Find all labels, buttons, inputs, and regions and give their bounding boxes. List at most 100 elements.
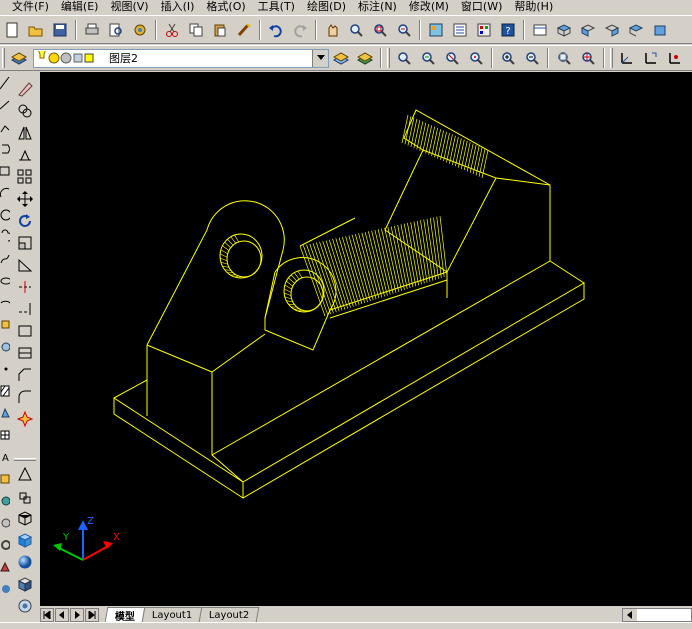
3d-face-icon[interactable] (0, 556, 10, 578)
erase-icon[interactable] (13, 78, 37, 100)
tab-layout2[interactable]: Layout2 (199, 607, 261, 622)
stretch-icon[interactable] (13, 254, 37, 276)
menu-window[interactable]: 窗口(W) (455, 1, 508, 13)
copy-object-icon[interactable] (13, 100, 37, 122)
box-icon[interactable] (13, 507, 37, 529)
menu-draw[interactable]: 绘图(D) (301, 1, 352, 13)
zoom-dynamic-icon[interactable] (417, 47, 439, 69)
menu-view[interactable]: 视图(V) (104, 1, 154, 13)
extrude-icon[interactable] (13, 463, 37, 485)
array-icon[interactable] (13, 166, 37, 188)
print-icon[interactable] (81, 19, 103, 41)
menu-tools[interactable]: 工具(T) (252, 1, 301, 13)
table-icon[interactable] (0, 424, 10, 446)
explode-icon[interactable] (13, 408, 37, 430)
mirror-icon[interactable] (13, 122, 37, 144)
rectangle-icon[interactable] (0, 160, 10, 182)
move-icon[interactable] (13, 188, 37, 210)
next-tab-icon[interactable] (70, 608, 84, 622)
ucs-icon[interactable] (616, 47, 638, 69)
layer-manager-icon[interactable] (8, 47, 30, 69)
new-icon[interactable] (1, 19, 23, 41)
boundary-icon[interactable] (0, 490, 10, 512)
polyline-icon[interactable] (0, 116, 10, 138)
solid-box-icon[interactable] (13, 529, 37, 551)
publish-icon[interactable] (129, 19, 151, 41)
prev-tab-icon[interactable] (55, 608, 69, 622)
menu-insert[interactable]: 插入(I) (155, 1, 201, 13)
tool-palettes-icon[interactable] (473, 19, 495, 41)
arc-icon[interactable] (0, 182, 10, 204)
offset-icon[interactable] (13, 144, 37, 166)
zoom-center-icon[interactable] (465, 47, 487, 69)
zoom-in-icon[interactable] (497, 47, 519, 69)
mtext-icon[interactable]: A (0, 446, 10, 468)
zoom-window-icon[interactable] (393, 47, 415, 69)
toolbar-grip[interactable] (2, 48, 5, 68)
polygon-icon[interactable] (0, 138, 10, 160)
properties-icon[interactable] (449, 19, 471, 41)
redo-icon[interactable] (289, 19, 311, 41)
scale-icon[interactable] (13, 232, 37, 254)
front-view-icon[interactable] (649, 19, 671, 41)
make-block-icon[interactable] (0, 336, 10, 358)
spline-icon[interactable] (0, 248, 10, 270)
match-properties-icon[interactable] (233, 19, 255, 41)
copy-icon[interactable] (185, 19, 207, 41)
layer-previous-icon[interactable] (354, 47, 376, 69)
revolve-icon[interactable] (13, 485, 37, 507)
menu-edit[interactable]: 编辑(E) (55, 1, 105, 13)
zoom-all-icon[interactable] (553, 47, 575, 69)
left-view-icon[interactable] (601, 19, 623, 41)
paste-icon[interactable] (209, 19, 231, 41)
chamfer-icon[interactable] (13, 364, 37, 386)
construction-line-icon[interactable] (0, 94, 10, 116)
tab-model[interactable]: 模型 (104, 607, 146, 623)
first-tab-icon[interactable] (40, 608, 54, 622)
point-icon[interactable] (0, 358, 10, 380)
zoom-extents-icon[interactable] (577, 47, 599, 69)
layer-dropdown[interactable]: 图层2 (33, 48, 329, 68)
chevron-down-icon[interactable] (312, 49, 328, 67)
pan-icon[interactable] (321, 19, 343, 41)
revcloud-icon[interactable] (0, 226, 10, 248)
gradient-icon[interactable] (0, 468, 10, 490)
menu-file[interactable]: 文件(F) (0, 1, 55, 13)
region-icon[interactable] (0, 402, 10, 424)
scroll-left-icon[interactable] (623, 609, 637, 621)
last-tab-icon[interactable] (85, 608, 99, 622)
join-icon[interactable] (13, 342, 37, 364)
menu-modify[interactable]: 修改(M) (403, 1, 455, 13)
toolbar-grip[interactable] (610, 48, 613, 68)
make-object-layer-current-icon[interactable] (330, 47, 352, 69)
top-view-icon[interactable] (553, 19, 575, 41)
undo-icon[interactable] (265, 19, 287, 41)
circle-icon[interactable] (0, 204, 10, 226)
zoom-window-icon[interactable] (369, 19, 391, 41)
hatch-icon[interactable] (0, 380, 10, 402)
solid-wedge-icon[interactable] (13, 573, 37, 595)
menu-format[interactable]: 格式(O) (200, 1, 251, 13)
right-view-icon[interactable] (625, 19, 647, 41)
zoom-scale-icon[interactable] (441, 47, 463, 69)
sphere-small-icon[interactable] (0, 578, 10, 600)
ucs-origin-icon[interactable] (664, 47, 686, 69)
cut-icon[interactable] (161, 19, 183, 41)
fillet-icon[interactable] (13, 386, 37, 408)
ucs-object-icon[interactable] (688, 47, 692, 69)
sphere-icon[interactable] (13, 551, 37, 573)
torus-icon[interactable] (13, 595, 37, 617)
trim-icon[interactable] (13, 276, 37, 298)
break-icon[interactable] (13, 320, 37, 342)
drawing-viewport[interactable]: Z X Y (40, 72, 692, 606)
extend-icon[interactable] (13, 298, 37, 320)
ellipse-arc-icon[interactable] (0, 292, 10, 314)
preview-icon[interactable] (105, 19, 127, 41)
tab-layout1[interactable]: Layout1 (141, 607, 203, 622)
wipeout-icon[interactable] (0, 512, 10, 534)
horizontal-scrollbar[interactable] (622, 608, 692, 622)
rotate-icon[interactable] (13, 210, 37, 232)
toolbar-grip[interactable] (14, 458, 36, 461)
open-icon[interactable] (25, 19, 47, 41)
design-center-icon[interactable] (425, 19, 447, 41)
